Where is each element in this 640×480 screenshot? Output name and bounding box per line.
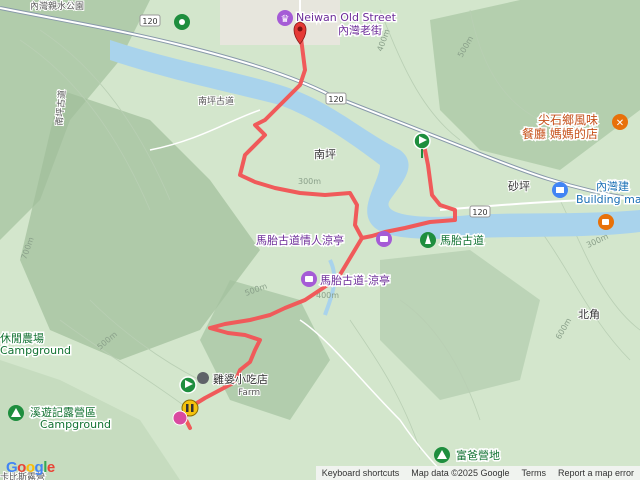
poi-label-restaurant-line2: 餐廳 媽媽的店 [522,126,598,141]
building-materials-marker[interactable] [552,182,568,198]
google-logo-letter: g [34,459,44,476]
poi-label-matai-love-pavilion: 馬胎古道情人涼亭 [256,233,344,247]
report-map-error-link[interactable]: Report a map error [552,468,640,478]
area-label-nanping: 南坪 [314,148,336,161]
neiwan-old-street-marker[interactable]: ♛ [277,10,293,26]
map-data-credit: Map data ©2025 Google [411,468,510,478]
route-shield-120-east: 120 [469,205,491,218]
poi-label-neiwan-building: 內灣建 [596,179,629,193]
google-logo-letter: G [6,459,18,476]
poi-label-neiwan-old-street: Neiwan Old Street [296,11,397,24]
svg-text:120: 120 [472,208,487,217]
route-shield-120-top: 120 [139,14,161,27]
map-canvas[interactable]: 400m 300m 500m 300m 500m 600m 500m 400m … [0,0,640,480]
google-logo-letter: o [17,459,26,476]
water-park-marker[interactable] [174,14,190,30]
road-label-nanping-trail: 南坪古道 [198,95,234,107]
poi-label-water-park: 內灣親水公園 [30,0,84,12]
poi-label-leisure-farm: 休閒農場 [0,331,44,345]
matai-love-pavilion-marker[interactable] [376,231,392,247]
keyboard-shortcuts-link[interactable]: Keyboard shortcuts [316,468,406,478]
google-logo-letter: o [25,459,35,476]
area-label-beijiao: 北角 [578,308,600,321]
matai-pavilion-marker[interactable] [301,271,317,287]
poi-label-leisure-farm-sub: Campground [0,344,71,357]
waypoint-flag-south[interactable] [179,376,197,394]
restaurant-marker[interactable]: ✕ [612,114,628,130]
route-shield-120-mid: 120 [325,92,347,105]
poi-label-restaurant-line1: 尖石鄉風味 [538,113,598,127]
poi-label-building-material: Building mat [576,193,640,206]
map-attribution-bar: Keyboard shortcuts Map data ©2025 Google… [315,466,640,480]
poi-label-camp-xiyou: 溪遊記露營區 [30,405,96,419]
terms-link[interactable]: Terms [515,468,552,478]
farm-poi-pink-marker[interactable] [172,410,188,426]
farm-shop-marker[interactable] [197,372,209,384]
poi-label-matai-trail: 馬胎古道 [440,233,484,247]
svg-text:120: 120 [142,17,157,26]
google-logo-letter: e [46,459,55,476]
google-logo[interactable]: Google [6,459,55,476]
poi-label-camp-xiyou-sub: Campground [40,418,111,431]
poi-label-farm-sub: Farm [238,388,260,398]
camp-xiyou-marker[interactable] [8,405,24,421]
contour-label-300: 300m [298,177,321,186]
fork-knife-icon: ✕ [616,118,624,129]
poi-label-farm-shop: 雞婆小吃店 [213,372,268,386]
fugu-camp-marker[interactable] [434,447,450,463]
poi-label-neiwan-old-street-zh: 內灣老街 [338,23,382,37]
matai-trail-marker[interactable] [420,232,436,248]
poi-label-fugu-camp: 富爸營地 [456,448,500,462]
cafe-marker[interactable] [598,214,614,230]
svg-text:120: 120 [328,95,343,104]
poi-label-matai-pavilion: 馬胎古道-涼亭 [320,273,390,287]
crown-icon: ♛ [281,14,290,25]
area-label-shaping: 砂坪 [508,180,530,193]
